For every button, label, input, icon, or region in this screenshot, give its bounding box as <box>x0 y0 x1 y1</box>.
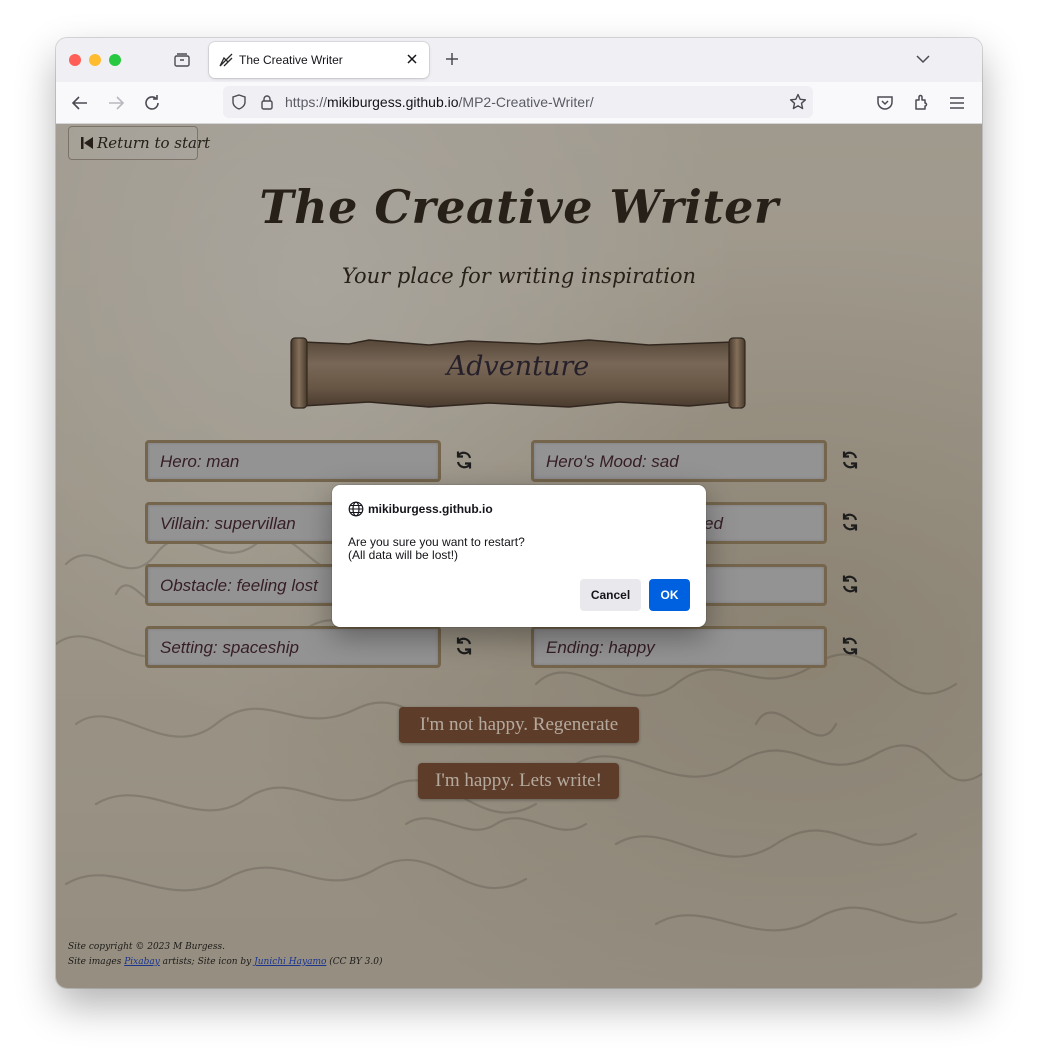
web-page: Return to start The Creative Writer Your… <box>56 124 982 988</box>
dialog-message-line2: (All data will be lost!) <box>348 548 459 562</box>
navigation-toolbar: https://mikiburgess.github.io/MP2-Creati… <box>56 82 982 124</box>
confirm-dialog: mikiburgess.github.io Are you sure you w… <box>332 485 706 627</box>
globe-icon <box>348 501 364 517</box>
ok-button[interactable]: OK <box>649 579 690 611</box>
close-tab-icon[interactable] <box>405 52 419 66</box>
pocket-icon[interactable] <box>876 94 894 112</box>
tab-list-chevron-icon[interactable] <box>916 54 930 64</box>
cancel-button[interactable]: Cancel <box>580 579 641 611</box>
tab-overview-icon[interactable] <box>173 52 191 68</box>
dialog-message: Are you sure you want to restart? (All d… <box>348 536 525 562</box>
browser-window: The Creative Writer https://mikiburgess.… <box>56 38 982 988</box>
shield-icon[interactable] <box>231 94 247 110</box>
lock-icon[interactable] <box>259 94 275 110</box>
zoom-window-button[interactable] <box>109 54 121 66</box>
quill-favicon-icon <box>219 53 233 67</box>
url-text[interactable]: https://mikiburgess.github.io/MP2-Creati… <box>285 94 594 110</box>
dialog-host: mikiburgess.github.io <box>368 502 493 516</box>
forward-arrow-icon[interactable] <box>107 94 125 112</box>
tab-title: The Creative Writer <box>239 53 343 67</box>
tab-strip: The Creative Writer <box>56 38 982 82</box>
close-window-button[interactable] <box>69 54 81 66</box>
extensions-icon[interactable] <box>912 94 930 112</box>
browser-tab-active[interactable]: The Creative Writer <box>209 42 429 78</box>
new-tab-icon[interactable] <box>445 52 459 66</box>
reload-icon[interactable] <box>143 94 161 112</box>
bookmark-star-icon[interactable] <box>789 93 807 111</box>
menu-icon[interactable] <box>948 94 966 112</box>
address-bar[interactable]: https://mikiburgess.github.io/MP2-Creati… <box>223 86 813 118</box>
minimize-window-button[interactable] <box>89 54 101 66</box>
back-arrow-icon[interactable] <box>71 94 89 112</box>
